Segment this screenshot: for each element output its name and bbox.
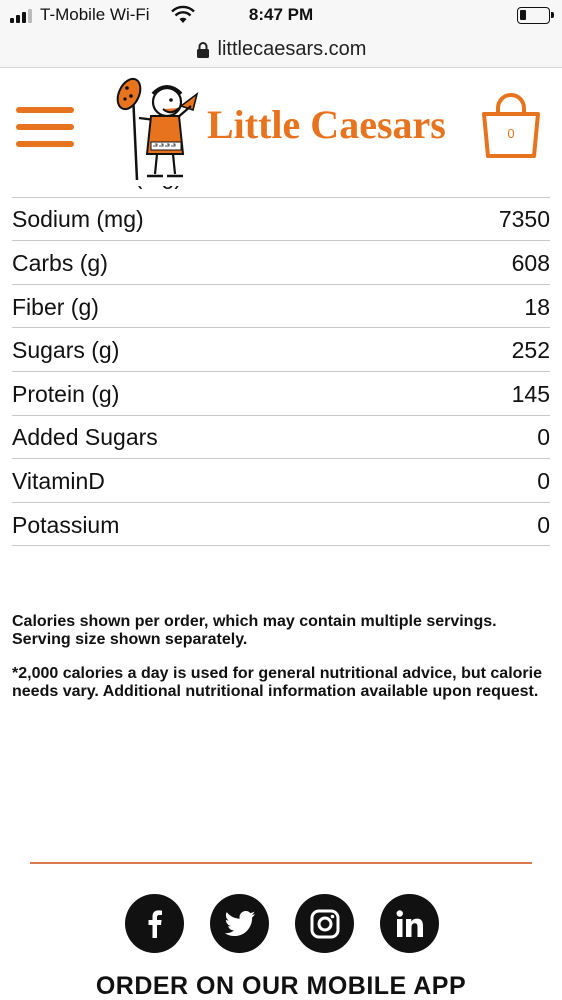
- nutrition-row: Fiber (g) 18: [12, 285, 550, 329]
- address-bar[interactable]: littlecaesars.com: [0, 32, 562, 68]
- twitter-icon: [224, 910, 255, 936]
- nutrition-notes: Calories shown per order, which may cont…: [12, 613, 542, 717]
- nutrient-value: 0: [537, 424, 550, 451]
- lock-icon: [196, 41, 209, 58]
- little-caesars-logo[interactable]: Little Caesars: [115, 76, 450, 182]
- social-links: [0, 894, 562, 953]
- nutrient-value: 608: [511, 249, 550, 276]
- nutrient-label: Carbs (g): [12, 249, 108, 276]
- nutrient-label: Cholesterol (mg): [12, 186, 182, 190]
- footer-divider: [30, 862, 532, 864]
- nutrition-row: Added Sugars 0: [12, 416, 550, 460]
- site-header: Little Caesars 0: [0, 68, 562, 186]
- nutrient-label: Protein (g): [12, 380, 120, 407]
- linkedin-icon: [396, 909, 423, 937]
- nutrition-table-viewport: Cholesterol (mg) 290 Sodium (mg) 7350 Carbs …: [0, 186, 562, 566]
- nutrient-label: Sugars (g): [12, 337, 120, 364]
- nutrition-row: Protein (g) 145: [12, 372, 550, 416]
- twitter-link[interactable]: [210, 894, 269, 953]
- hamburger-menu-icon[interactable]: [16, 107, 74, 147]
- servings-note: Calories shown per order, which may cont…: [12, 613, 497, 648]
- nutrient-value: 145: [511, 380, 550, 407]
- nutrient-value: 7350: [498, 206, 550, 233]
- calorie-disclaimer: *2,000 calories a day is used for genera…: [12, 665, 542, 700]
- nutrition-table: Cholesterol (mg) 290 Sodium (mg) 7350 Carbs …: [12, 186, 550, 547]
- battery-icon: [517, 7, 554, 24]
- clock: 8:47 PM: [248, 5, 314, 24]
- nutrient-value: 0: [537, 467, 550, 494]
- nutrition-row: VitaminD 0: [12, 459, 550, 503]
- facebook-icon: [148, 909, 162, 938]
- cart-count-badge: 0: [507, 126, 515, 141]
- brand-wordmark: Little Caesars: [207, 102, 446, 147]
- facebook-link[interactable]: [125, 894, 184, 953]
- nutrient-label: Fiber (g): [12, 293, 99, 320]
- nutrition-row: Cholesterol (mg) 290: [12, 186, 550, 198]
- nutrition-row: Sodium (mg) 7350: [12, 198, 550, 242]
- instagram-icon: [310, 909, 339, 938]
- instagram-link[interactable]: [295, 894, 354, 953]
- nutrient-value: 252: [511, 337, 550, 364]
- linkedin-link[interactable]: [380, 894, 439, 953]
- nutrient-value: 0: [537, 511, 550, 538]
- nutrient-value: 290: [512, 186, 550, 190]
- nutrient-label: Potassium: [12, 511, 120, 538]
- nutrient-label: Sodium (mg): [12, 206, 144, 233]
- nutrition-row: Sugars (g) 252: [12, 328, 550, 372]
- nutrition-row: Potassium 0: [12, 503, 550, 547]
- status-bar: T-Mobile Wi-Fi 8:47 PM: [0, 0, 562, 32]
- nutrition-row: Carbs (g) 608: [12, 241, 550, 285]
- url-text: littlecaesars.com: [217, 38, 367, 60]
- cart-button[interactable]: 0: [476, 92, 546, 162]
- nutrient-value: 18: [524, 293, 550, 320]
- nutrient-label: Added Sugars: [12, 424, 158, 451]
- mobile-app-heading: ORDER ON OUR MOBILE APP: [95, 972, 467, 1000]
- nutrient-label: VitaminD: [12, 467, 105, 494]
